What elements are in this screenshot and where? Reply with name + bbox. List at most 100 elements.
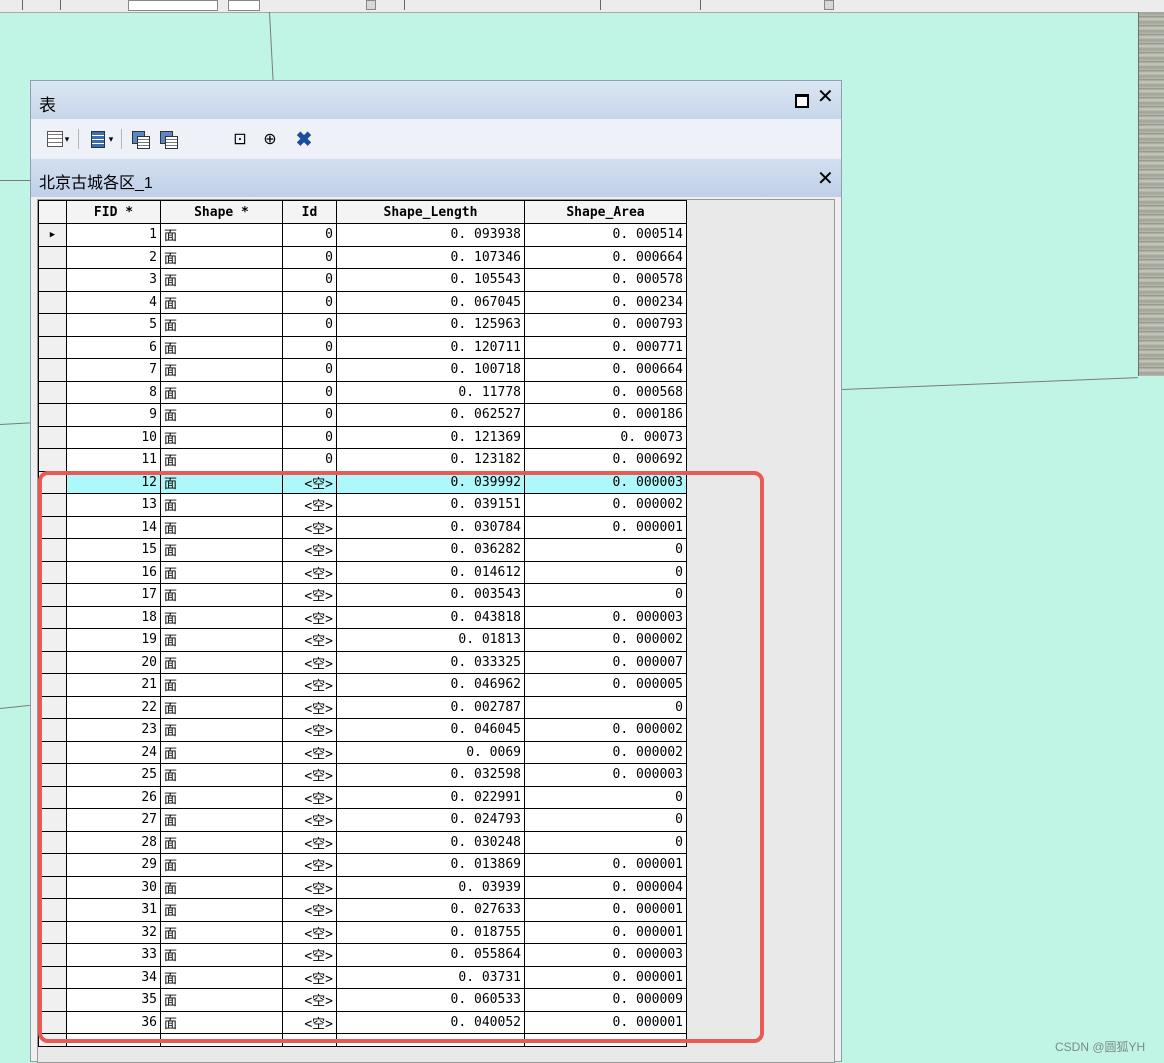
maximize-icon[interactable] bbox=[795, 94, 809, 108]
cell-shape[interactable]: 面 bbox=[160, 335, 283, 359]
cell-shape-area[interactable]: 0 bbox=[524, 785, 687, 809]
cell-id[interactable]: <空> bbox=[282, 785, 337, 809]
cell-shape-area[interactable]: 0. 000002 bbox=[524, 740, 687, 764]
cell-shape-length[interactable]: 0. 0069 bbox=[336, 740, 525, 764]
cell-shape-area[interactable]: 0. 000002 bbox=[524, 718, 687, 742]
row-selector[interactable] bbox=[38, 605, 67, 629]
cell-fid[interactable]: 23 bbox=[66, 718, 161, 742]
cell-id[interactable]: <空> bbox=[282, 515, 337, 539]
row-selector[interactable] bbox=[38, 515, 67, 539]
cell-shape-area[interactable]: 0 bbox=[524, 583, 687, 607]
cell-shape[interactable]: 面 bbox=[160, 830, 283, 854]
table-row[interactable]: 22 面 <空> 0. 002787 0 bbox=[38, 695, 687, 719]
cell-fid[interactable]: 34 bbox=[66, 965, 161, 989]
cell-shape-area[interactable]: 0 bbox=[524, 808, 687, 832]
row-selector[interactable] bbox=[38, 965, 67, 989]
table-row[interactable]: 13 面 <空> 0. 039151 0. 000002 bbox=[38, 493, 687, 517]
cell-shape-area[interactable]: 0. 000664 bbox=[524, 245, 687, 269]
cell-shape-area[interactable]: 0. 000009 bbox=[524, 988, 687, 1012]
cell-id[interactable]: 0 bbox=[282, 290, 337, 314]
cell-id[interactable]: 0 bbox=[282, 335, 337, 359]
cell-shape[interactable]: 面 bbox=[160, 538, 283, 562]
cell-fid[interactable]: 25 bbox=[66, 763, 161, 787]
cell-shape-area[interactable]: 0. 000004 bbox=[524, 875, 687, 899]
cell-shape-area[interactable]: 0. 000664 bbox=[524, 358, 687, 382]
cell-shape-length[interactable]: 0. 024793 bbox=[336, 808, 525, 832]
cell-shape-area[interactable]: 0. 000001 bbox=[524, 1010, 687, 1034]
cell-fid[interactable]: 6 bbox=[66, 335, 161, 359]
dropdown-arrow-icon[interactable] bbox=[366, 0, 376, 10]
cell-shape[interactable]: 面 bbox=[160, 628, 283, 652]
cell-shape-length[interactable]: 0. 027633 bbox=[336, 898, 525, 922]
cell-fid[interactable]: 22 bbox=[66, 695, 161, 719]
cell-shape[interactable]: 面 bbox=[160, 515, 283, 539]
cell-id[interactable]: <空> bbox=[282, 493, 337, 517]
cell-shape[interactable]: 面 bbox=[160, 785, 283, 809]
cell-shape-length[interactable]: 0. 039992 bbox=[336, 470, 525, 494]
cell-id[interactable]: <空> bbox=[282, 965, 337, 989]
cell-fid[interactable]: 10 bbox=[66, 425, 161, 449]
cell-fid[interactable]: 17 bbox=[66, 583, 161, 607]
cell-id[interactable]: <空> bbox=[282, 988, 337, 1012]
cell-fid[interactable]: 18 bbox=[66, 605, 161, 629]
cell-id[interactable]: <空> bbox=[282, 718, 337, 742]
cell-shape-area[interactable]: 0. 000001 bbox=[524, 853, 687, 877]
cell-shape-area[interactable]: 0. 000001 bbox=[524, 920, 687, 944]
row-selector[interactable] bbox=[38, 808, 67, 832]
cell-shape-length[interactable]: 0. 060533 bbox=[336, 988, 525, 1012]
table-row[interactable]: 21 面 <空> 0. 046962 0. 000005 bbox=[38, 673, 687, 697]
row-selector[interactable] bbox=[38, 493, 67, 517]
cell-shape[interactable]: 面 bbox=[160, 650, 283, 674]
cell-fid[interactable]: 16 bbox=[66, 560, 161, 584]
cell-shape-length[interactable]: 0. 125963 bbox=[336, 313, 525, 337]
cell-shape-area[interactable]: 0. 00073 bbox=[524, 425, 687, 449]
cell-shape-length[interactable]: 0. 036282 bbox=[336, 538, 525, 562]
cell-shape-area[interactable]: 0. 000692 bbox=[524, 448, 687, 472]
cell-fid[interactable]: 33 bbox=[66, 943, 161, 967]
row-selector[interactable] bbox=[38, 650, 67, 674]
table-row[interactable]: 32 面 <空> 0. 018755 0. 000001 bbox=[38, 920, 687, 944]
row-selector[interactable] bbox=[38, 245, 67, 269]
cell-shape-length[interactable]: 0. 105543 bbox=[336, 268, 525, 292]
select-by-attributes-icon[interactable] bbox=[127, 129, 153, 149]
cell-id[interactable]: <空> bbox=[282, 628, 337, 652]
cell-fid[interactable]: 9 bbox=[66, 403, 161, 427]
cell-shape-length[interactable]: 0. 040052 bbox=[336, 1010, 525, 1034]
cell-shape-length[interactable]: 0. 120711 bbox=[336, 335, 525, 359]
cell-shape[interactable]: 面 bbox=[160, 470, 283, 494]
table-row[interactable]: 15 面 <空> 0. 036282 0 bbox=[38, 538, 687, 562]
row-selector[interactable] bbox=[38, 628, 67, 652]
cell-shape-area[interactable]: 0 bbox=[524, 538, 687, 562]
table-row[interactable]: 20 面 <空> 0. 033325 0. 000007 bbox=[38, 650, 687, 674]
cell-shape-length[interactable]: 0. 030248 bbox=[336, 830, 525, 854]
cell-shape[interactable]: 面 bbox=[160, 763, 283, 787]
cell-id[interactable]: <空> bbox=[282, 1010, 337, 1034]
row-selector[interactable] bbox=[38, 718, 67, 742]
table-row[interactable]: 4 面 0 0. 067045 0. 000234 bbox=[38, 290, 687, 314]
cell-shape-length[interactable]: 0. 123182 bbox=[336, 448, 525, 472]
related-tables-icon[interactable]: ▾ bbox=[85, 129, 117, 149]
cell-shape[interactable]: 面 bbox=[160, 380, 283, 404]
clear-selection-icon[interactable]: ⊡ bbox=[229, 129, 251, 149]
cell-shape-length[interactable]: 0. 100718 bbox=[336, 358, 525, 382]
cell-shape-area[interactable]: 0. 000003 bbox=[524, 470, 687, 494]
cell-shape[interactable]: 面 bbox=[160, 560, 283, 584]
cell-shape[interactable]: 面 bbox=[160, 740, 283, 764]
cell-id[interactable]: <空> bbox=[282, 583, 337, 607]
table-row[interactable]: 18 面 <空> 0. 043818 0. 000003 bbox=[38, 605, 687, 629]
cell-shape-length[interactable]: 0. 002787 bbox=[336, 695, 525, 719]
cell-fid[interactable]: 29 bbox=[66, 853, 161, 877]
table-row[interactable]: 11 面 0 0. 123182 0. 000692 bbox=[38, 448, 687, 472]
cell-shape[interactable]: 面 bbox=[160, 695, 283, 719]
row-selector[interactable] bbox=[38, 1010, 67, 1034]
cell-shape-area[interactable]: 0 bbox=[524, 830, 687, 854]
row-selector[interactable] bbox=[38, 425, 67, 449]
cell-shape[interactable]: 面 bbox=[160, 943, 283, 967]
cell-fid[interactable]: 1 bbox=[66, 223, 161, 247]
cell-shape[interactable]: 面 bbox=[160, 605, 283, 629]
empty-cell[interactable] bbox=[160, 1033, 283, 1047]
row-selector[interactable]: ▶ bbox=[38, 223, 67, 247]
empty-cell[interactable] bbox=[336, 1033, 525, 1047]
cell-shape-length[interactable]: 0. 093938 bbox=[336, 223, 525, 247]
cell-shape[interactable]: 面 bbox=[160, 268, 283, 292]
